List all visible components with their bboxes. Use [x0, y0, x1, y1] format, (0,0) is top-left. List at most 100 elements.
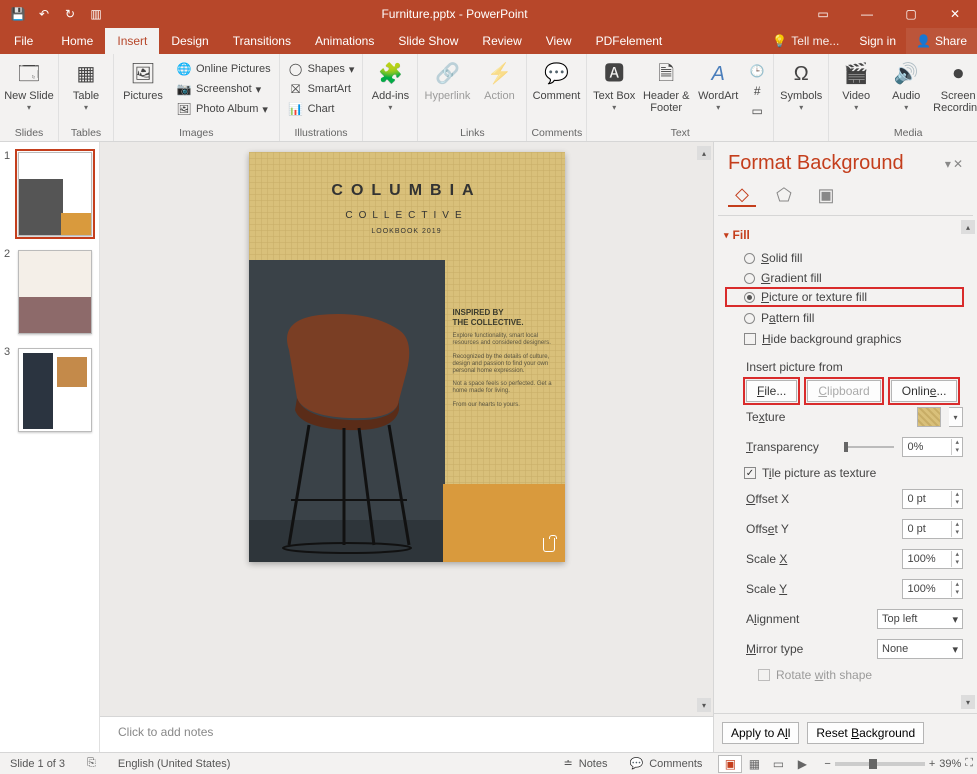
- save-icon[interactable]: 💾: [6, 2, 30, 26]
- picture-category-icon[interactable]: ▣: [812, 183, 840, 207]
- tab-design[interactable]: Design: [159, 28, 220, 54]
- scroll-down-icon[interactable]: ▾: [697, 698, 711, 712]
- fill-section-header[interactable]: ▾Fill: [724, 224, 963, 248]
- object-button[interactable]: ▭: [745, 102, 769, 120]
- slide-text-block: INSPIRED BYTHE COLLECTIVE. Explore funct…: [453, 308, 553, 415]
- sorter-view-icon[interactable]: ▦: [742, 755, 766, 773]
- slide-thumbnail-2[interactable]: 2: [6, 250, 93, 334]
- fit-to-window-icon[interactable]: ⛶: [965, 757, 973, 770]
- screen-recording-button[interactable]: ⏺Screen Recording: [933, 56, 977, 114]
- slide-title: COLUMBIA: [249, 182, 565, 200]
- header-footer-button[interactable]: 🗎Header & Footer: [641, 56, 691, 114]
- file-button[interactable]: File...: [746, 380, 797, 402]
- texture-swatch[interactable]: [917, 407, 941, 427]
- object-icon: ▭: [749, 103, 765, 119]
- tile-picture-checkbox[interactable]: ✓Tile picture as texture: [724, 462, 963, 484]
- spellcheck-icon[interactable]: ⎘: [81, 757, 102, 770]
- action-button: ⚡ Action: [476, 56, 522, 102]
- slide-thumbnail-1[interactable]: 1: [6, 152, 93, 236]
- slideshow-view-icon[interactable]: ▶: [790, 755, 814, 773]
- maximize-icon[interactable]: ▢: [889, 0, 933, 28]
- scale-y-spinner[interactable]: 100%▴▾: [902, 579, 963, 599]
- text-box-button[interactable]: 🅰Text Box▾: [591, 56, 637, 113]
- fill-category-icon[interactable]: ◇: [728, 183, 756, 207]
- scroll-up-icon[interactable]: ▴: [697, 146, 711, 160]
- online-pictures-button[interactable]: 🌐Online Pictures: [172, 60, 275, 78]
- effects-category-icon[interactable]: ⬠: [770, 183, 798, 207]
- online-button[interactable]: Online...: [891, 380, 958, 402]
- scale-x-spinner[interactable]: 100%▴▾: [902, 549, 963, 569]
- slide-number-button[interactable]: #: [745, 82, 769, 100]
- transparency-slider[interactable]: [844, 442, 894, 452]
- minimize-icon[interactable]: —: [845, 0, 889, 28]
- chart-button[interactable]: 📊Chart: [284, 100, 359, 118]
- pictures-button[interactable]: 🖼 Pictures: [118, 56, 168, 102]
- zoom-out-icon[interactable]: −: [824, 758, 830, 770]
- tab-insert[interactable]: Insert: [105, 28, 159, 54]
- picture-texture-fill-radio[interactable]: Picture or texture fill: [726, 288, 963, 306]
- smartart-button[interactable]: ⛝SmartArt: [284, 80, 359, 98]
- zoom-level[interactable]: 39%: [939, 758, 961, 770]
- video-button[interactable]: 🎬Video▾: [833, 56, 879, 113]
- tab-transitions[interactable]: Transitions: [221, 28, 303, 54]
- pattern-fill-radio[interactable]: Pattern fill: [724, 308, 963, 328]
- tab-slideshow[interactable]: Slide Show: [386, 28, 470, 54]
- close-icon[interactable]: ✕: [933, 0, 977, 28]
- tab-file[interactable]: File: [0, 28, 49, 54]
- zoom-in-icon[interactable]: +: [929, 758, 935, 770]
- slide-thumbnail-3[interactable]: 3: [6, 348, 93, 432]
- normal-view-icon[interactable]: ▣: [718, 755, 742, 773]
- symbols-button[interactable]: ΩSymbols▾: [778, 56, 824, 113]
- mirror-combo[interactable]: None▾: [877, 639, 963, 659]
- screen-recording-icon: ⏺: [942, 60, 974, 88]
- comment-icon: 💬: [540, 60, 572, 88]
- scroll-up-icon[interactable]: ▴: [961, 220, 975, 234]
- wordart-label: WordArt: [698, 90, 738, 102]
- tab-pdfelement[interactable]: PDFelement: [584, 28, 675, 54]
- tab-home[interactable]: Home: [49, 28, 105, 54]
- table-button[interactable]: ▦ Table ▾: [63, 56, 109, 113]
- comments-toggle[interactable]: 💬 Comments: [624, 757, 709, 770]
- pane-menu-icon[interactable]: ▾: [945, 157, 951, 171]
- tab-animations[interactable]: Animations: [303, 28, 386, 54]
- notes-toggle[interactable]: ≐ Notes: [558, 757, 614, 770]
- ribbon-options-icon[interactable]: ▭: [801, 0, 845, 28]
- notes-pane[interactable]: Click to add notes: [100, 716, 713, 752]
- hide-background-checkbox[interactable]: Hide background graphics: [724, 328, 963, 350]
- sign-in-button[interactable]: Sign in: [849, 28, 906, 54]
- slide-canvas[interactable]: COLUMBIA COLLECTIVE LOOKBOOK 2019: [249, 152, 565, 562]
- addins-button[interactable]: 🧩 Add-ins ▾: [367, 56, 413, 113]
- editor-scrollbar[interactable]: ▴ ▾: [697, 146, 711, 712]
- scroll-down-icon[interactable]: ▾: [961, 695, 975, 709]
- undo-icon[interactable]: ↶: [32, 2, 56, 26]
- tab-view[interactable]: View: [534, 28, 584, 54]
- shapes-button[interactable]: ◯Shapes ▾: [284, 60, 359, 78]
- pane-close-icon[interactable]: ✕: [953, 157, 963, 171]
- transparency-spinner[interactable]: 0%▴▾: [902, 437, 963, 457]
- share-button[interactable]: 👤Share: [906, 28, 977, 54]
- reset-background-button[interactable]: Reset Background: [807, 722, 924, 744]
- reading-view-icon[interactable]: ▭: [766, 755, 790, 773]
- new-slide-button[interactable]: 🗔 New Slide ▾: [4, 56, 54, 113]
- slide-counter[interactable]: Slide 1 of 3: [4, 758, 71, 770]
- tell-me[interactable]: 💡Tell me...: [762, 28, 849, 54]
- apply-to-all-button[interactable]: Apply to All: [722, 722, 799, 744]
- alignment-combo[interactable]: Top left▾: [877, 609, 963, 629]
- offset-x-spinner[interactable]: 0 pt▴▾: [902, 489, 963, 509]
- pane-scrollbar[interactable]: ▴ ▾: [961, 220, 975, 709]
- photo-album-button[interactable]: 🖼Photo Album ▾: [172, 100, 275, 118]
- gradient-fill-radio[interactable]: Gradient fill: [724, 268, 963, 288]
- tab-review[interactable]: Review: [470, 28, 533, 54]
- date-time-button[interactable]: 🕒: [745, 62, 769, 80]
- offset-y-spinner[interactable]: 0 pt▴▾: [902, 519, 963, 539]
- audio-button[interactable]: 🔊Audio▾: [883, 56, 929, 113]
- zoom-slider[interactable]: [835, 762, 925, 766]
- redo-icon[interactable]: ↻: [58, 2, 82, 26]
- start-from-beginning-icon[interactable]: ▥: [84, 2, 108, 26]
- solid-fill-radio[interactable]: Solid fill: [724, 248, 963, 268]
- language-status[interactable]: English (United States): [112, 758, 237, 770]
- new-slide-label: New Slide: [4, 90, 54, 102]
- screenshot-button[interactable]: 📷Screenshot ▾: [172, 80, 275, 98]
- comment-button[interactable]: 💬 Comment: [531, 56, 581, 102]
- wordart-button[interactable]: AWordArt▾: [695, 56, 741, 113]
